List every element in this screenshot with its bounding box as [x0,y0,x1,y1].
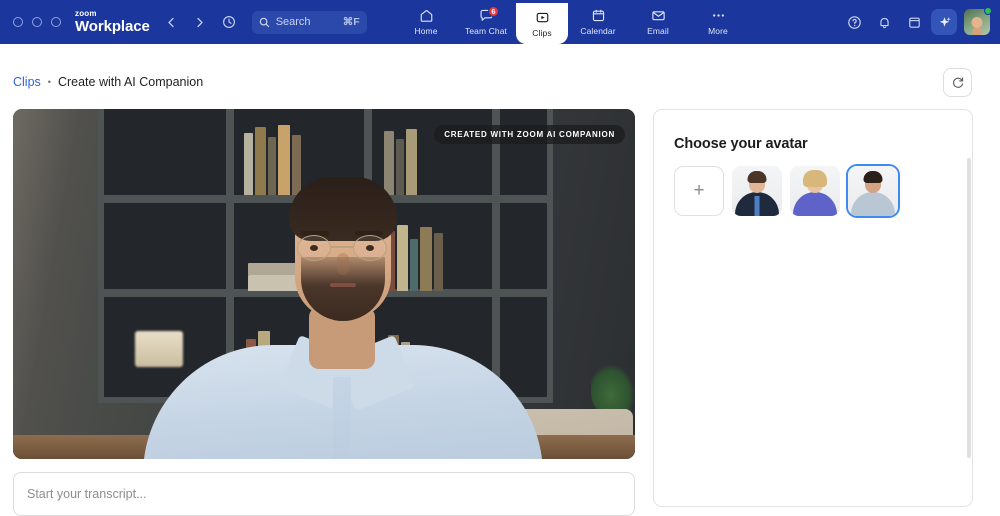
tab-email-label: Email [647,26,669,36]
lamp-decoration [135,331,183,367]
minimize-window-button[interactable] [32,17,42,27]
plus-icon: + [693,180,705,201]
search-input[interactable]: Search ⌘F [251,10,367,34]
tab-team-chat-label: Team Chat [464,26,507,36]
bell-notification-icon[interactable] [871,9,897,35]
search-icon [259,17,270,28]
ai-companion-watermark: CREATED WITH ZOOM AI COMPANION [434,125,625,144]
transcript-input[interactable]: Start your transcript... [13,472,635,516]
team-chat-unread-badge: 6 [488,6,499,17]
panel-scrollbar[interactable] [967,158,971,458]
video-preview[interactable]: CREATED WITH ZOOM AI COMPANION [13,109,635,459]
tab-email[interactable]: Email [628,0,688,44]
forward-button[interactable] [194,17,205,28]
main-tab-bar: Home 6 Team Chat Clips Calendar Email Mo… [396,0,748,44]
choose-avatar-panel: Choose your avatar + [653,109,973,507]
page-title: Create with AI Companion [57,75,204,89]
avatar-option-1[interactable] [732,166,782,216]
transcript-placeholder: Start your transcript... [27,487,147,501]
add-avatar-button[interactable]: + [674,166,724,216]
avatar[interactable] [964,7,992,35]
tab-home-label: Home [414,26,438,36]
brand-workplace-text: Workplace [75,18,150,35]
tab-team-chat[interactable]: 6 Team Chat [456,0,516,44]
tab-more-label: More [708,26,728,36]
zoom-workplace-logo: zoom Workplace [75,9,150,35]
envelope-icon [651,8,666,23]
clips-video-icon [535,10,550,25]
ellipsis-icon [711,8,726,23]
brand-zoom-text: zoom [75,9,97,18]
tab-calendar-label: Calendar [580,26,616,36]
breadcrumb-link-clips[interactable]: Clips [13,75,41,89]
window-traffic-lights[interactable] [13,17,61,27]
home-icon [419,8,434,23]
tab-more[interactable]: More [688,0,748,44]
refresh-button[interactable] [943,68,972,97]
maximize-window-button[interactable] [51,17,61,27]
avatar-options-row: + [674,166,972,216]
avatar-person [143,149,543,459]
top-navigation-bar: zoom Workplace Search ⌘F Home 6 Team Cha… [0,0,1000,44]
breadcrumb-separator: • [47,77,51,87]
notes-icon[interactable] [901,9,927,35]
nav-right-icon-group [841,0,992,44]
avatar-option-2[interactable] [790,166,840,216]
tab-clips-label: Clips [532,27,552,38]
avatar-option-3[interactable] [848,166,898,216]
back-button[interactable] [166,17,177,28]
panel-title: Choose your avatar [674,136,808,152]
page-content: Clips • Create with AI Companion CREATED… [0,44,1000,516]
help-icon[interactable] [841,9,867,35]
tab-clips[interactable]: Clips [516,3,568,44]
breadcrumb: Clips • Create with AI Companion [13,75,203,89]
refresh-icon [951,76,965,90]
close-window-button[interactable] [13,17,23,27]
tab-home[interactable]: Home [396,0,456,44]
calendar-icon [591,8,606,23]
tab-calendar[interactable]: Calendar [568,0,628,44]
ai-companion-sparkle-icon[interactable] [931,9,957,35]
history-clock-icon[interactable] [222,15,236,29]
search-shortcut: ⌘F [342,16,360,28]
status-badge [984,7,992,15]
search-placeholder: Search [275,16,311,28]
